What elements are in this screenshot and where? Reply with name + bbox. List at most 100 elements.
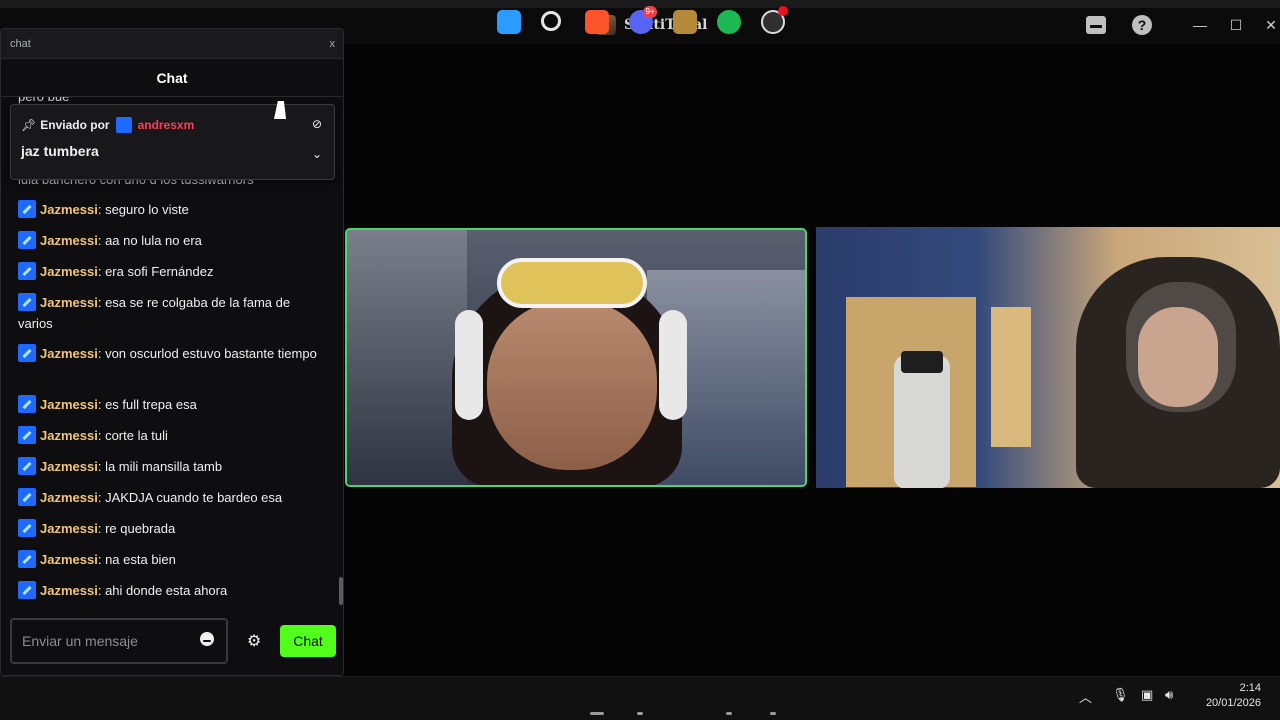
moderator-badge-icon[interactable] — [18, 426, 36, 444]
clock-time: 2:14 — [1239, 682, 1261, 694]
active-app-indicator — [590, 712, 604, 715]
message-colon: : — [97, 459, 106, 474]
poster-shape — [991, 307, 1031, 447]
chat-message: Jazmessi: ahi donde esta ahora — [18, 580, 318, 601]
video-tile-guest[interactable] — [816, 227, 1280, 488]
message-text: corte la tuli — [105, 428, 168, 443]
network-icon[interactable]: ▣ — [1141, 687, 1153, 703]
message-colon: : — [97, 295, 106, 310]
message-username[interactable]: Jazmessi — [40, 397, 98, 412]
moderator-badge-icon[interactable] — [18, 550, 36, 568]
message-text: seguro lo viste — [105, 202, 189, 217]
running-app-indicator — [637, 712, 643, 715]
chat-message: Jazmessi: era sofi Fernández — [18, 261, 318, 282]
maximize-button[interactable]: ☐ — [1225, 14, 1247, 36]
spotify-icon[interactable] — [717, 10, 741, 34]
chat-message: Jazmessi: corte la tuli — [18, 425, 318, 446]
chat-message: Jazmessi: re quebrada — [18, 518, 318, 539]
message-text: ahi donde esta ahora — [105, 583, 228, 598]
pinned-user-badge-icon — [115, 117, 132, 133]
message-username[interactable]: Jazmessi — [40, 583, 98, 598]
message-colon: : — [97, 521, 106, 536]
headphone-right — [659, 310, 687, 420]
pinned-by-label: Enviado por — [40, 118, 110, 132]
message-username[interactable]: Jazmessi — [40, 521, 98, 536]
message-username[interactable]: Jazmessi — [40, 552, 98, 567]
chat-message: Jazmessi: aa no lula no era — [18, 230, 318, 251]
pin-icon: 📌︎ — [21, 118, 37, 132]
chat-message: Jazmessi: von oscurlod estuvo bastante t… — [18, 343, 318, 364]
moderator-badge-icon[interactable] — [18, 581, 36, 599]
message-colon: : — [97, 490, 106, 505]
moderator-badge-icon[interactable] — [18, 200, 36, 218]
inbox-icon[interactable] — [1086, 16, 1106, 34]
send-chat-button[interactable]: Chat — [280, 625, 336, 657]
chevron-up-icon[interactable]: ︿ — [1079, 687, 1092, 706]
message-input[interactable] — [22, 630, 192, 652]
discord-notification-badge: 9+ — [643, 6, 657, 18]
help-icon[interactable]: ? — [1132, 15, 1152, 35]
sunglasses — [497, 258, 647, 308]
moderator-badge-icon[interactable] — [18, 457, 36, 475]
message-text: JAKDJA cuando te bardeo esa — [105, 490, 283, 505]
moderator-badge-icon[interactable] — [18, 519, 36, 537]
message-text: era sofi Fernández — [105, 264, 214, 279]
message-username[interactable]: Jazmessi — [40, 295, 98, 310]
system-clock[interactable]: 2:14 20/01/2026 — [1206, 681, 1261, 711]
water-bottle — [894, 355, 950, 488]
message-text: es full trepa esa — [105, 397, 197, 412]
brave-browser-icon[interactable] — [585, 10, 609, 34]
popout-close-button[interactable]: x — [330, 38, 336, 50]
tile-background — [347, 230, 467, 485]
message-text: von oscurlod estuvo bastante tiempo — [105, 346, 317, 361]
popout-title: chat — [10, 37, 31, 50]
message-username[interactable]: Jazmessi — [40, 428, 98, 443]
league-of-legends-icon[interactable] — [673, 10, 697, 34]
moderator-badge-icon[interactable] — [18, 293, 36, 311]
emoji-icon[interactable] — [200, 632, 214, 646]
close-window-button[interactable]: ✕ — [1260, 14, 1280, 36]
message-colon: : — [97, 428, 106, 443]
windows-start-icon[interactable] — [497, 10, 521, 34]
volume-icon[interactable]: 🔊︎ — [1165, 687, 1173, 703]
message-username[interactable]: Jazmessi — [40, 264, 98, 279]
moderator-badge-icon[interactable] — [18, 488, 36, 506]
video-tile-speaker[interactable] — [345, 228, 807, 487]
screen: SantiTobal ? — ☐ ✕ chat x Chat pero bue — [0, 0, 1280, 720]
moderator-badge-icon[interactable] — [18, 262, 36, 280]
message-username[interactable]: Jazmessi — [40, 202, 98, 217]
message-username[interactable]: Jazmessi — [40, 490, 98, 505]
chat-scrollbar[interactable] — [339, 577, 343, 605]
moderator-badge-icon[interactable] — [18, 344, 36, 362]
message-text: re quebrada — [105, 521, 176, 536]
hide-icon[interactable]: ⊘ — [312, 117, 322, 131]
chat-panel: chat x Chat pero bue lula banchero con u… — [0, 28, 344, 676]
message-username[interactable]: Jazmessi — [40, 346, 98, 361]
chat-message: Jazmessi: la mili mansilla tamb — [18, 456, 318, 477]
headphone-left — [455, 310, 483, 420]
moderator-badge-icon[interactable] — [18, 395, 36, 413]
chat-message: Jazmessi: JAKDJA cuando te bardeo esa — [18, 487, 318, 508]
search-icon[interactable] — [541, 11, 561, 31]
mic-icon[interactable]: 🎙︎ — [1112, 687, 1129, 703]
message-colon: : — [97, 264, 106, 279]
message-text: aa no lula no era — [105, 233, 202, 248]
message-username[interactable]: Jazmessi — [40, 233, 98, 248]
person-face — [487, 300, 657, 470]
gear-icon[interactable]: ⚙ — [247, 631, 261, 651]
minimize-button[interactable]: — — [1189, 14, 1211, 36]
chat-message: Jazmessi: na esta bien — [18, 549, 318, 570]
message-colon: : — [97, 233, 106, 248]
message-colon: : — [97, 346, 106, 361]
chevron-down-icon[interactable]: ⌄ — [312, 147, 322, 161]
message-username[interactable]: Jazmessi — [40, 459, 98, 474]
chat-message: Jazmessi: esa se re colgaba de la fama d… — [18, 292, 318, 334]
running-app-indicator — [770, 712, 776, 715]
moderator-badge-icon[interactable] — [18, 231, 36, 249]
pinned-text: jaz tumbera — [21, 143, 99, 159]
chat-message: Jazmessi: es full trepa esa — [18, 394, 318, 415]
chat-message: Jazmessi: seguro lo viste — [18, 199, 318, 220]
message-colon: : — [97, 202, 106, 217]
message-text: na esta bien — [105, 552, 176, 567]
pinned-username[interactable]: andresxm — [138, 118, 195, 132]
